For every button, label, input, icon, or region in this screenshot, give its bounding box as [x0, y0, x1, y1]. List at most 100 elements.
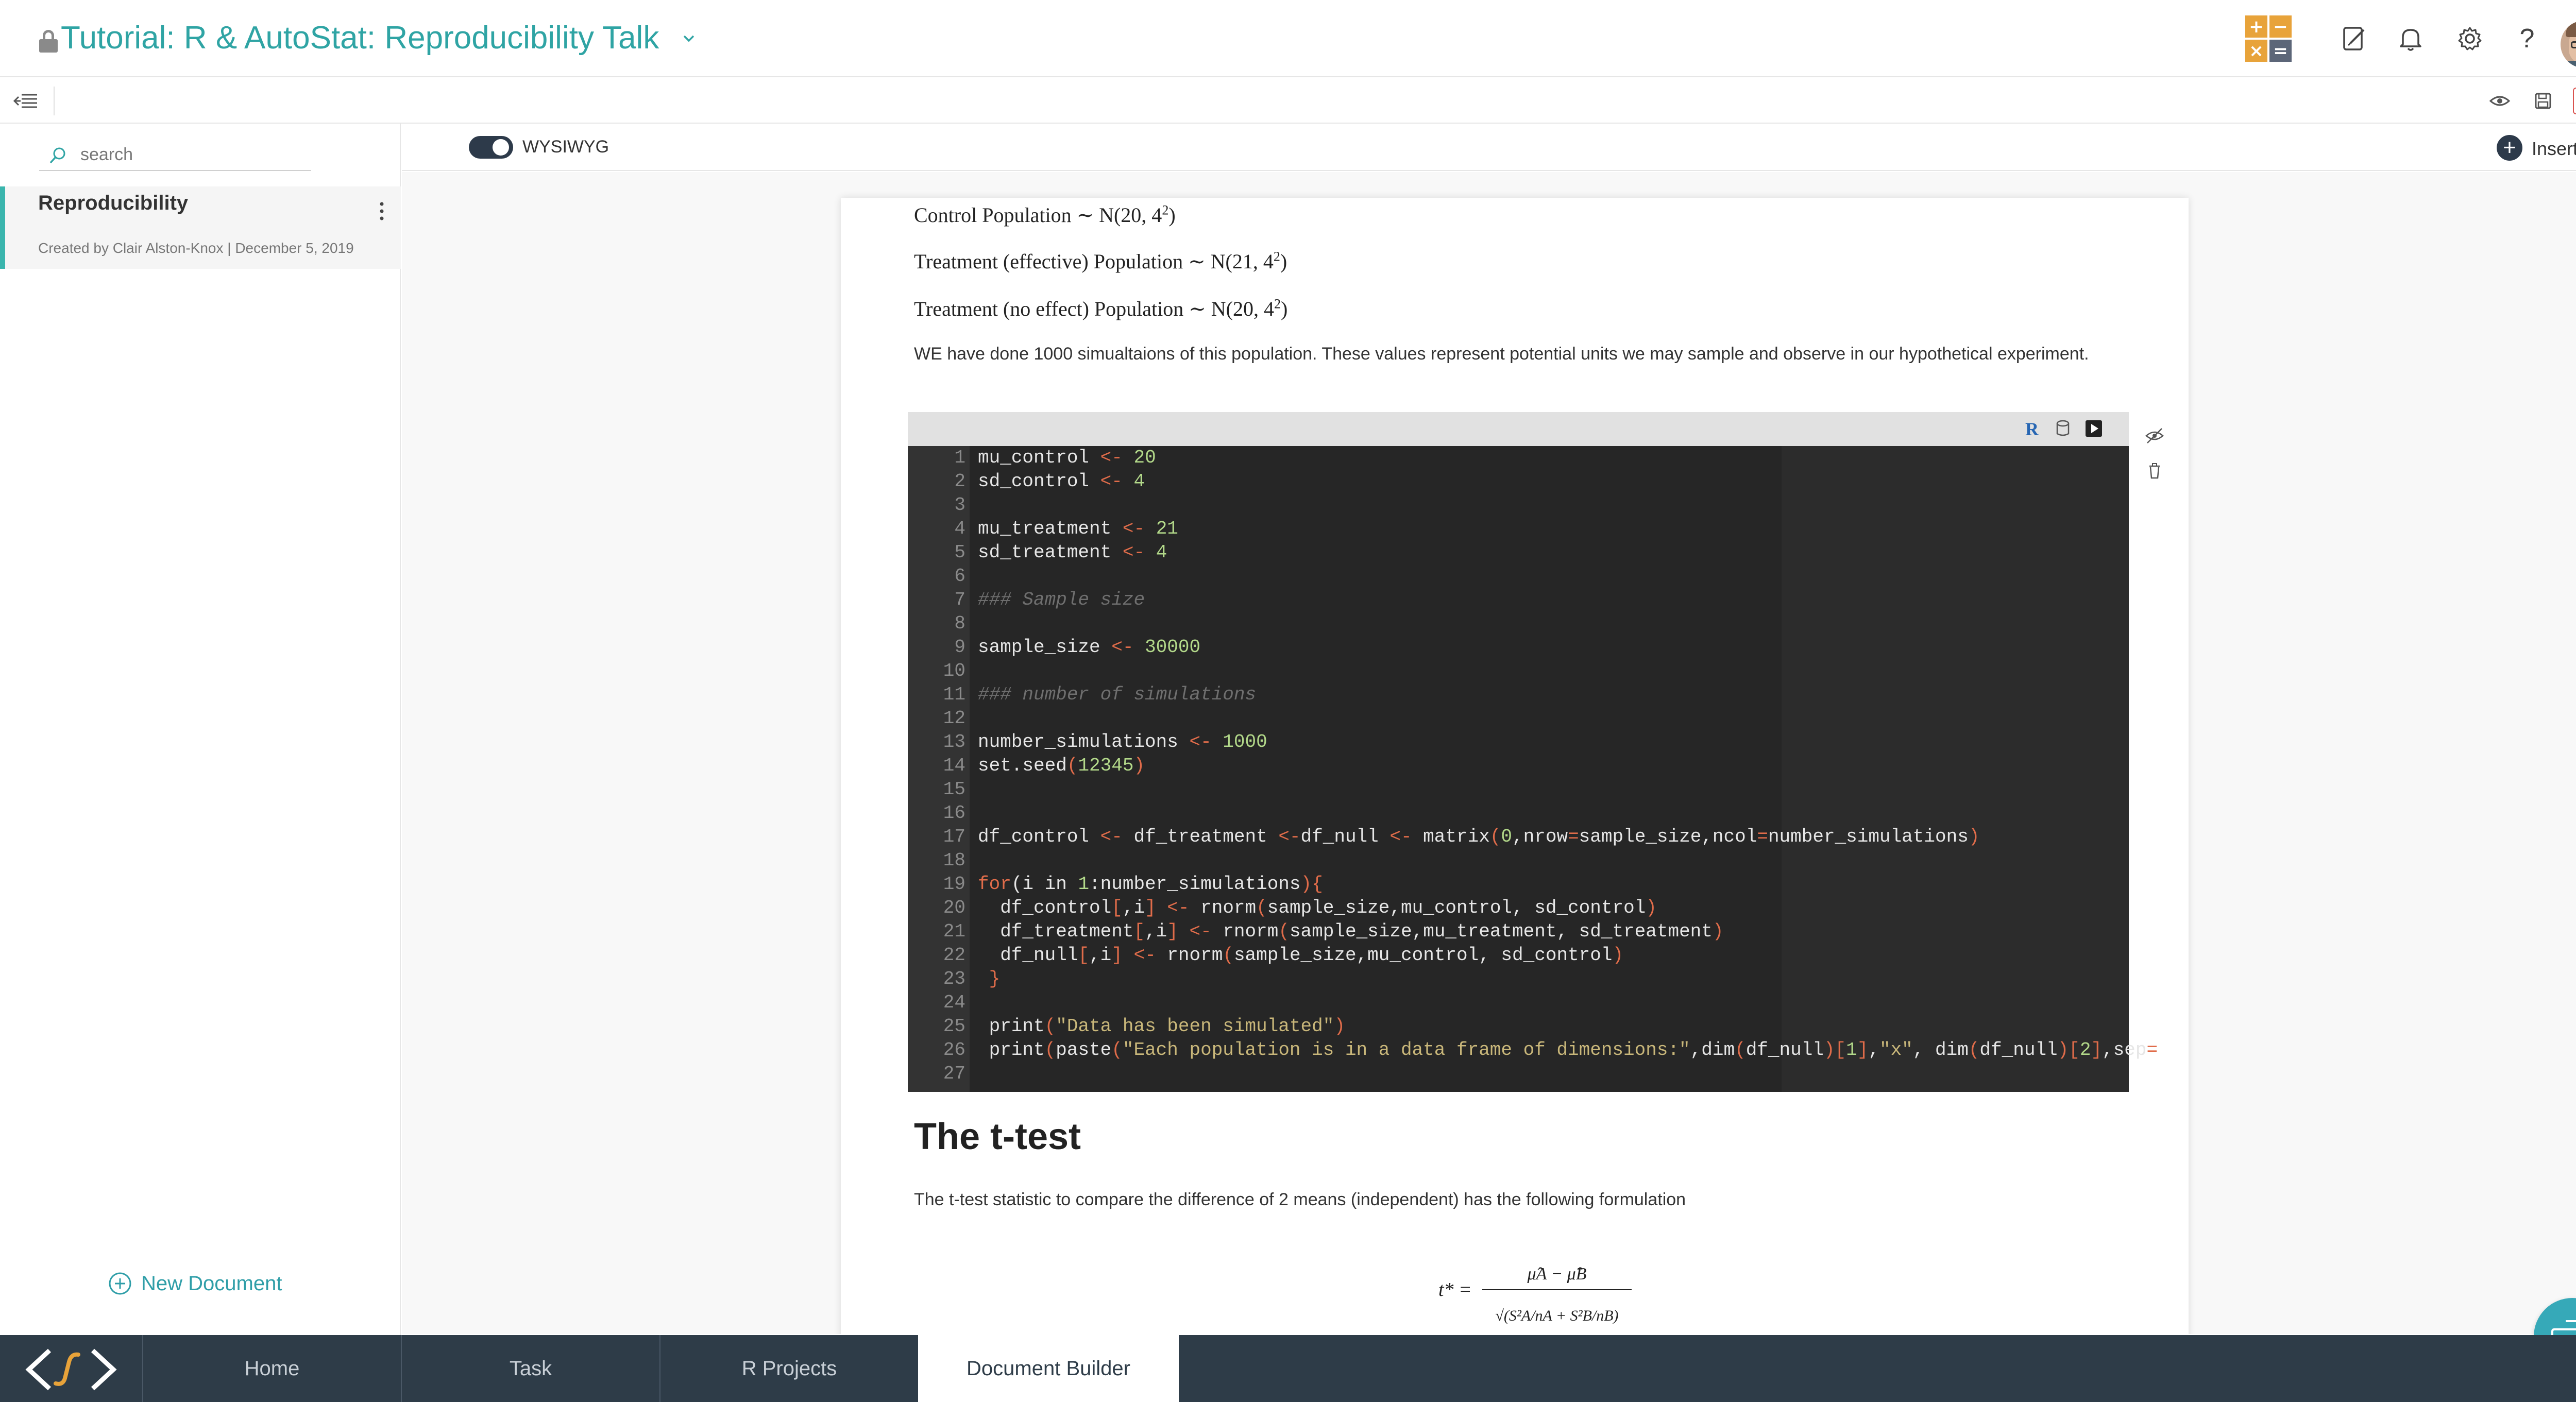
- math-treatment-no-effect: Treatment (no effect) Population ∼ N(20,…: [914, 296, 1288, 320]
- code-line[interactable]: 25 print("Data has been simulated"): [908, 1015, 2129, 1038]
- line-number: 19: [943, 874, 965, 895]
- project-title[interactable]: Tutorial: R & AutoStat: Reproducibility …: [61, 20, 659, 56]
- code-line[interactable]: 14 set.seed(12345): [908, 754, 2129, 778]
- code-text: ### number of simulations: [978, 684, 1257, 705]
- code-text: print(paste("Each population is in a dat…: [978, 1039, 2158, 1061]
- nav-tab-home[interactable]: Home: [142, 1335, 401, 1402]
- r-language-icon[interactable]: R: [2021, 418, 2043, 439]
- paragraph-simulations: WE have done 1000 simualtaions of this p…: [914, 344, 2089, 364]
- code-line[interactable]: 15: [908, 778, 2129, 801]
- code-line[interactable]: 3: [908, 493, 2129, 517]
- code-text: for(i in 1:number_simulations){: [978, 874, 1323, 895]
- code-line[interactable]: 17 df_control <- df_treatment <-df_null <…: [908, 825, 2129, 849]
- code-line[interactable]: 13 number_simulations <- 1000: [908, 730, 2129, 754]
- toolbar-divider: [54, 87, 55, 115]
- line-number: 20: [943, 897, 965, 918]
- code-line[interactable]: 18: [908, 849, 2129, 873]
- bell-icon[interactable]: [2396, 24, 2426, 54]
- lock-icon: [39, 30, 58, 53]
- code-line[interactable]: 11 ### number of simulations: [908, 683, 2129, 707]
- code-line[interactable]: 12: [908, 707, 2129, 730]
- plus-circle-icon: [109, 1272, 131, 1295]
- search-icon: [49, 147, 65, 164]
- svg-text:t* =: t* =: [1438, 1279, 1472, 1301]
- code-line[interactable]: 20 df_control[,i] <- rnorm(sample_size,m…: [908, 896, 2129, 920]
- help-icon[interactable]: ?: [2512, 24, 2542, 54]
- code-text: df_null[,i] <- rnorm(sample_size,mu_cont…: [978, 945, 1624, 966]
- wysiwyg-toggle[interactable]: [469, 136, 513, 159]
- user-avatar[interactable]: [2561, 21, 2576, 68]
- line-number: 11: [943, 684, 965, 705]
- line-number: 27: [943, 1063, 965, 1084]
- code-text: sample_size <- 30000: [978, 637, 1201, 658]
- line-number: 25: [943, 1016, 965, 1037]
- code-line[interactable]: 8: [908, 612, 2129, 636]
- code-line[interactable]: 21 df_treatment[,i] <- rnorm(sample_size…: [908, 920, 2129, 944]
- line-number: 7: [954, 589, 965, 610]
- editor-canvas: Control Population ∼ N(20, 42) Treatment…: [402, 172, 2576, 1334]
- chevron-down-icon[interactable]: [681, 31, 697, 46]
- code-line[interactable]: 10: [908, 659, 2129, 683]
- collapse-sidebar-icon[interactable]: [12, 92, 39, 110]
- database-icon[interactable]: [2053, 418, 2073, 439]
- hide-code-icon[interactable]: [2143, 424, 2166, 447]
- search-input[interactable]: [80, 141, 307, 168]
- edit-note-icon[interactable]: [2339, 24, 2369, 54]
- line-number: 6: [954, 566, 965, 587]
- gear-icon[interactable]: [2455, 24, 2485, 54]
- code-line[interactable]: 5 sd_treatment <- 4: [908, 541, 2129, 565]
- nav-tab-document-builder[interactable]: Document Builder: [918, 1335, 1179, 1402]
- code-block-toolbar: R: [908, 412, 2129, 446]
- line-number: 17: [943, 826, 965, 847]
- code-text: df_treatment[,i] <- rnorm(sample_size,mu…: [978, 921, 1724, 942]
- line-number: 15: [943, 779, 965, 800]
- code-line[interactable]: 22 df_null[,i] <- rnorm(sample_size,mu_c…: [908, 944, 2129, 967]
- section-heading: The t-test: [914, 1116, 1081, 1157]
- trash-icon[interactable]: [2573, 88, 2576, 114]
- bottom-navigation: Home Task R Projects Document Builder: [0, 1335, 2576, 1402]
- svg-text:μ̂A − μ̂B: μ̂A − μ̂B: [1527, 1264, 1587, 1284]
- code-text: set.seed(12345): [978, 755, 1145, 776]
- search-box: [39, 139, 311, 171]
- svg-text:?: ?: [2520, 24, 2535, 54]
- code-line[interactable]: 16: [908, 801, 2129, 825]
- line-number: 10: [943, 660, 965, 681]
- insert-button[interactable]: Insert: [2532, 138, 2576, 160]
- code-line[interactable]: 2 sd_control <- 4: [908, 470, 2129, 493]
- r-code-block[interactable]: R 1 mu_control <- 20 2 sd_control <- 4 3 4 mu_…: [908, 412, 2158, 1092]
- code-line[interactable]: 4 mu_treatment <- 21: [908, 517, 2129, 541]
- run-icon[interactable]: [2083, 418, 2104, 439]
- save-icon[interactable]: [2530, 88, 2556, 114]
- code-line[interactable]: 24: [908, 991, 2129, 1015]
- line-number: 23: [943, 968, 965, 989]
- code-line[interactable]: 19 for(i in 1:number_simulations){: [908, 873, 2129, 896]
- line-number: 16: [943, 802, 965, 824]
- line-number: 26: [943, 1039, 965, 1061]
- code-line[interactable]: 23 }: [908, 967, 2129, 991]
- calculator-icon[interactable]: + − × =: [2245, 15, 2292, 62]
- document-list-item[interactable]: Reproducibility Created by Clair Alston-…: [0, 186, 401, 269]
- document-page[interactable]: Control Population ∼ N(20, 42) Treatment…: [841, 198, 2189, 1334]
- code-text: df_control[,i] <- rnorm(sample_size,mu_c…: [978, 897, 1657, 918]
- line-number: 2: [954, 471, 965, 492]
- code-line[interactable]: 7 ### Sample size: [908, 588, 2129, 612]
- line-number: 9: [954, 637, 965, 658]
- code-block-side-tools: [2143, 424, 2168, 486]
- delete-block-icon[interactable]: [2143, 459, 2166, 482]
- code-line[interactable]: 27: [908, 1062, 2129, 1086]
- code-line[interactable]: 1 mu_control <- 20: [908, 446, 2129, 470]
- eye-icon[interactable]: [2486, 88, 2513, 114]
- code-line[interactable]: 6: [908, 565, 2129, 588]
- new-document-button[interactable]: New Document: [108, 1268, 282, 1299]
- code-line[interactable]: 26 print(paste("Each population is in a …: [908, 1038, 2158, 1062]
- nav-tab-r-projects[interactable]: R Projects: [659, 1335, 918, 1402]
- editor-toolbar: WYSIWYG + Insert: [402, 124, 2576, 171]
- code-text: number_simulations <- 1000: [978, 731, 1267, 753]
- app-logo-icon[interactable]: [21, 1346, 122, 1393]
- code-line[interactable]: 9 sample_size <- 30000: [908, 636, 2129, 659]
- code-text: print("Data has been simulated"): [978, 1016, 1345, 1037]
- nav-tab-task[interactable]: Task: [401, 1335, 659, 1402]
- kebab-menu-icon[interactable]: [374, 196, 389, 227]
- line-number: 8: [954, 613, 965, 634]
- insert-plus-icon[interactable]: +: [2497, 135, 2522, 161]
